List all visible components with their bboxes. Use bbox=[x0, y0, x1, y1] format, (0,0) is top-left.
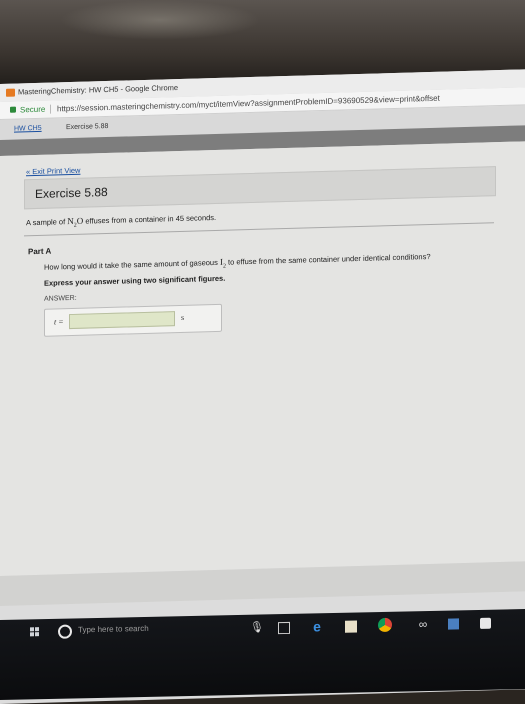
exit-print-view-link[interactable]: « Exit Print View bbox=[26, 166, 80, 177]
taskbar-search-input[interactable]: Type here to search bbox=[78, 624, 149, 634]
light-reflection bbox=[60, 0, 260, 40]
variable-label: t = bbox=[54, 317, 64, 327]
app-icon[interactable] bbox=[480, 617, 491, 629]
search-icon[interactable] bbox=[58, 624, 72, 639]
address-separator bbox=[50, 104, 51, 114]
app-icon[interactable] bbox=[448, 618, 459, 630]
browser-window: MasteringChemistry: HW CH5 - Google Chro… bbox=[0, 69, 525, 704]
problem-statement: A sample of N2O effuses from a container… bbox=[26, 212, 216, 230]
question-text: How long would it take the same amount o… bbox=[44, 251, 431, 272]
page-content: « Exit Print View Exercise 5.88 A sample… bbox=[0, 141, 525, 576]
infinity-icon[interactable]: ∞ bbox=[414, 617, 432, 631]
instruction-text: Express your answer using two significan… bbox=[44, 273, 226, 288]
answer-box: t = s bbox=[44, 303, 222, 337]
compound-n2o: N2O bbox=[67, 215, 84, 229]
lock-icon bbox=[10, 106, 16, 113]
unit-label: s bbox=[181, 312, 185, 322]
breadcrumb-current: Exercise 5.88 bbox=[66, 122, 109, 132]
page-title: Exercise 5.88 bbox=[35, 184, 108, 202]
answer-label: ANSWER: bbox=[44, 294, 77, 303]
breadcrumb-hw-link[interactable]: HW CH5 bbox=[14, 119, 42, 140]
problem-suffix: effuses from a container in 45 seconds. bbox=[83, 212, 217, 226]
store-icon[interactable] bbox=[345, 620, 357, 633]
chrome-icon[interactable] bbox=[378, 617, 392, 633]
edge-icon[interactable]: e bbox=[310, 618, 324, 634]
mastering-favicon-icon bbox=[6, 88, 15, 97]
windows-start-icon[interactable] bbox=[30, 627, 40, 637]
answer-input[interactable] bbox=[69, 311, 175, 330]
microphone-icon[interactable]: 🎙 bbox=[250, 620, 264, 634]
part-a-title: Part A bbox=[28, 246, 52, 257]
task-view-icon[interactable] bbox=[278, 621, 290, 635]
exercise-header: Exercise 5.88 bbox=[24, 166, 496, 210]
problem-prefix: A sample of bbox=[26, 217, 68, 228]
secure-label: Secure bbox=[20, 104, 46, 115]
windows-taskbar: Type here to search 🎙 e ∞ bbox=[0, 609, 525, 700]
